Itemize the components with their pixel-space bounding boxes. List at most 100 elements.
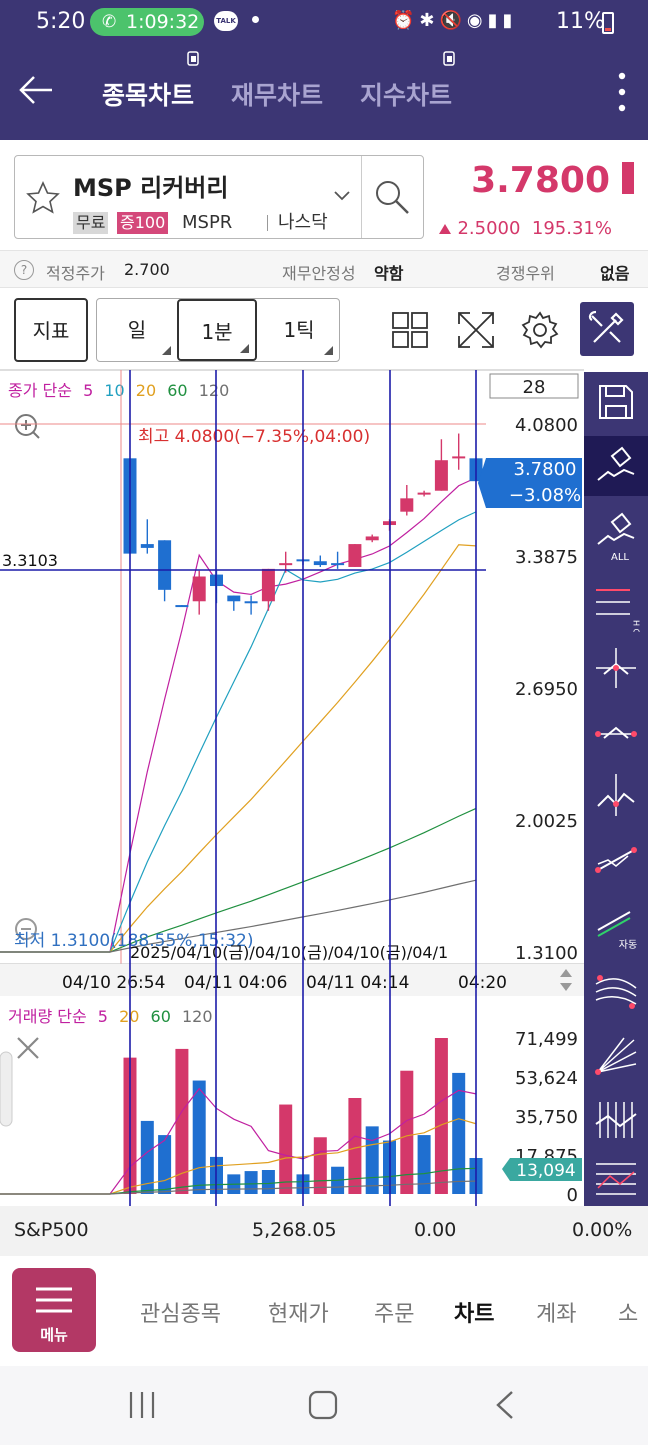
candle-body — [261, 568, 275, 602]
crosshair-tool-icon — [596, 648, 636, 688]
eraser-button[interactable] — [584, 436, 648, 496]
high-price-label: 최고 4.0800(−7.35%,04:00) — [138, 427, 370, 447]
search-icon[interactable] — [373, 178, 411, 216]
fibonacci-arc-button[interactable] — [584, 962, 648, 1022]
app-screen: 5:20 ✆ 1:09:32 TALK ⏰✱🔇◉▮▮ 11% 종목차트 재무차트… — [0, 0, 648, 1445]
trend-line-button[interactable] — [584, 828, 648, 888]
erase-all-button[interactable]: ALL — [584, 506, 648, 566]
period-1tick[interactable]: 1틱 — [259, 299, 339, 361]
vol-ma-60-label: 60 — [151, 1007, 171, 1026]
back-icon[interactable] — [492, 1388, 518, 1422]
corner-triangle-icon — [324, 346, 333, 355]
ma-120-label: 120 — [199, 381, 230, 400]
period-selector: 일 1분 1틱 — [96, 298, 340, 362]
ma-60-label: 60 — [167, 381, 187, 400]
volume-bar — [192, 1080, 206, 1194]
period-lines-button[interactable] — [584, 1090, 648, 1150]
erase-all-icon: ALL — [597, 512, 635, 563]
fan-line-button[interactable] — [584, 1026, 648, 1086]
volume-bar — [279, 1104, 293, 1194]
candle-body — [348, 544, 362, 567]
competitive-advantage-label: 경쟁우위 — [496, 264, 555, 283]
fullscreen-icon[interactable] — [456, 310, 496, 350]
period-1tick-label: 1틱 — [283, 318, 315, 342]
help-icon[interactable]: ? — [14, 260, 34, 280]
time-tick-label: 04/11 04:06 — [184, 973, 287, 993]
drawing-tool-panel: ALL H C L 자동 — [584, 372, 648, 1206]
candle-body — [192, 576, 206, 602]
index-change: 0.00 — [414, 1219, 457, 1241]
margin-badge: 증100 — [117, 212, 169, 234]
chevron-down-icon[interactable] — [333, 190, 351, 202]
candle-body — [227, 595, 241, 602]
stock-selector[interactable]: MSP 리커버리 무료 증100 MSPR 나스닥 — [14, 155, 424, 239]
nav-more-truncated[interactable]: 소 — [618, 1296, 638, 1328]
tab-badge-icon — [187, 51, 199, 66]
phone-icon: ✆ — [102, 12, 117, 32]
nav-order[interactable]: 주문 — [374, 1296, 414, 1328]
candle-body — [175, 605, 189, 608]
candle-body — [400, 498, 414, 512]
trend-line-icon — [595, 847, 637, 873]
vertical-line-icon — [597, 774, 635, 816]
back-arrow-icon[interactable] — [16, 70, 56, 110]
price-tick-label: 3.3875 — [515, 547, 578, 568]
nav-chart[interactable]: 차트 — [454, 1296, 494, 1328]
price-change-value: 2.5000 — [457, 218, 521, 239]
app-header: 종목차트 재무차트 지수차트 — [0, 44, 648, 140]
stock-chart[interactable]: 종가 단순 5 10 20 60 120 28 4.0800 3.3875 2.69… — [0, 368, 584, 1206]
more-vertical-icon[interactable] — [614, 70, 630, 114]
hcl-label: H C L — [632, 620, 641, 632]
price-tick-label: 1.3100 — [515, 943, 578, 964]
time-tick-label: 04/11 04:14 — [306, 973, 409, 993]
candle-body — [417, 492, 431, 495]
cross-line-button[interactable] — [584, 636, 648, 696]
nav-account[interactable]: 계좌 — [536, 1296, 576, 1328]
drawing-tools-button[interactable] — [580, 302, 634, 356]
competitive-advantage-value: 없음 — [600, 264, 630, 283]
auto-trend-button[interactable]: 자동 — [584, 898, 648, 958]
menu-button[interactable]: 메뉴 — [12, 1268, 96, 1352]
period-1min[interactable]: 1분 — [177, 299, 257, 361]
candle-body — [434, 460, 448, 491]
call-pill[interactable]: ✆ 1:09:32 — [90, 8, 204, 36]
hcl-icon: H C L — [596, 589, 641, 642]
hcl-line-button[interactable]: H C L — [584, 572, 648, 642]
auto-trend-label: 자동 — [619, 939, 637, 951]
grid-layout-icon[interactable] — [390, 310, 430, 350]
current-price-tag: 3.7800 −3.08% — [478, 458, 582, 508]
home-icon[interactable] — [306, 1388, 340, 1422]
vertical-line-button[interactable] — [584, 764, 648, 824]
market-index-row[interactable]: S&P500 5,268.05 0.00 0.00% — [0, 1206, 648, 1256]
price-tick-label: 2.6950 — [515, 679, 578, 700]
period-lines-icon — [595, 1102, 637, 1138]
save-chart-button[interactable] — [584, 372, 648, 432]
candle-body — [140, 544, 154, 548]
parallel-lines-button[interactable] — [584, 1150, 648, 1210]
horizontal-line-button[interactable] — [584, 700, 648, 760]
nav-watchlist[interactable]: 관심종목 — [140, 1296, 221, 1328]
tab-badge-icon — [443, 51, 455, 66]
tab-stock-chart[interactable]: 종목차트 — [102, 76, 194, 112]
corner-triangle-icon — [240, 344, 249, 353]
settings-gear-icon[interactable] — [520, 310, 560, 350]
status-time: 5:20 — [36, 9, 86, 34]
recent-apps-icon[interactable] — [126, 1388, 158, 1422]
tab-index-chart[interactable]: 지수차트 — [360, 76, 452, 112]
hamburger-icon — [36, 1287, 72, 1313]
fibonacci-arc-icon — [595, 975, 637, 1009]
erase-all-label: ALL — [611, 552, 629, 563]
side-drawer-handle[interactable] — [0, 1051, 13, 1127]
period-1min-label: 1분 — [201, 320, 233, 344]
favorite-star-icon[interactable] — [25, 180, 61, 216]
candle-body — [452, 456, 466, 459]
nav-current-price[interactable]: 현재가 — [268, 1296, 329, 1328]
price-indicator-bar — [622, 162, 634, 194]
indicator-button[interactable]: 지표 — [14, 298, 88, 362]
price-legend-prefix: 종가 단순 — [8, 381, 72, 400]
price-tick-label: 2.0025 — [515, 811, 578, 832]
period-daily[interactable]: 일 — [97, 299, 177, 361]
divider — [267, 215, 268, 231]
tab-financial-chart[interactable]: 재무차트 — [231, 76, 323, 112]
volume-legend-prefix: 거래량 단순 — [8, 1007, 87, 1026]
